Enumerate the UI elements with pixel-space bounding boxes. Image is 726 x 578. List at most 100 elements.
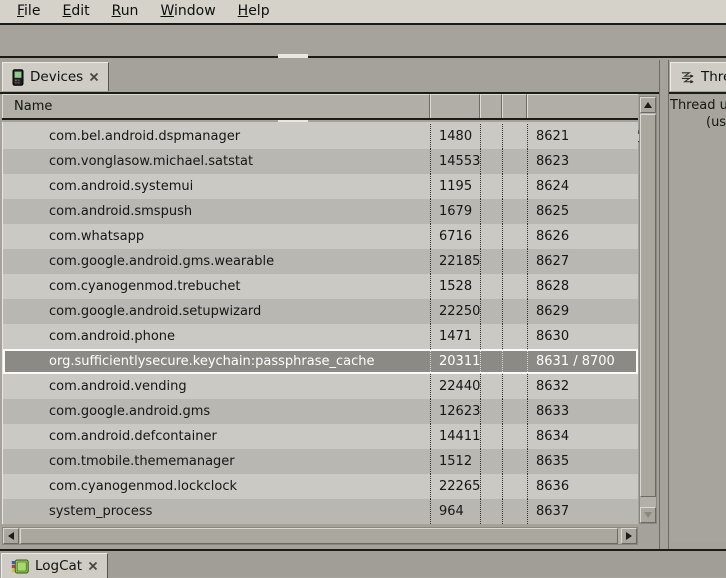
- table-row[interactable]: com.cyanogenmod.lockclock 22265 8636: [3, 474, 638, 499]
- menu-window[interactable]: Window: [149, 0, 226, 24]
- process-col3: [480, 324, 502, 349]
- process-col4: [502, 249, 527, 274]
- logcat-icon: [11, 559, 29, 574]
- process-pid: 12623: [430, 399, 480, 424]
- process-col4: [502, 149, 527, 174]
- process-col3: [480, 199, 502, 224]
- process-port: 8621: [527, 124, 638, 149]
- process-col4: [502, 274, 527, 299]
- process-name: com.tmobile.thememanager: [3, 449, 430, 474]
- menu-run[interactable]: Run: [101, 0, 150, 24]
- process-port: 8633: [527, 399, 638, 424]
- column-header-2[interactable]: [480, 94, 502, 118]
- process-port: 8634: [527, 424, 638, 449]
- process-name: com.android.smspush: [3, 199, 430, 224]
- process-name: com.bel.android.dspmanager: [3, 124, 430, 149]
- process-name: com.android.defcontainer: [3, 424, 430, 449]
- table-row[interactable]: com.android.phone 1471 8630: [3, 324, 638, 349]
- process-pid: 6716: [430, 224, 480, 249]
- process-port: 8624: [527, 174, 638, 199]
- process-pid: 1679: [430, 199, 480, 224]
- process-port: 8631 / 8700: [527, 349, 638, 374]
- threads-panel: Threads Thread updates not enabled for s…: [668, 60, 726, 549]
- tab-devices[interactable]: Devices: [2, 62, 109, 91]
- process-port: 8637: [527, 499, 638, 524]
- table-row[interactable]: com.whatsapp 6716 8626: [3, 224, 638, 249]
- scroll-up-button[interactable]: [640, 97, 656, 113]
- process-pid: 22250: [430, 299, 480, 324]
- column-header-3[interactable]: [502, 94, 527, 118]
- process-col4: [502, 449, 527, 474]
- table-row[interactable]: com.tmobile.thememanager 1512 8635: [3, 449, 638, 474]
- coolbar-strip: [0, 27, 726, 58]
- process-col3: [480, 449, 502, 474]
- process-col4: [502, 374, 527, 399]
- process-name: org.sufficientlysecure.keychain:passphra…: [3, 349, 430, 374]
- table-body: com.bel.android.dspmanager 1480 8621 com…: [2, 122, 638, 524]
- process-col3: [480, 474, 502, 499]
- process-name: com.cyanogenmod.trebuchet: [3, 274, 430, 299]
- tab-logcat[interactable]: LogCat: [1, 553, 108, 578]
- vertical-scrollbar-thumb[interactable]: [640, 114, 656, 497]
- arrow-left-icon: [8, 532, 14, 540]
- horizontal-scrollbar[interactable]: [2, 527, 638, 545]
- scroll-left-button[interactable]: [3, 528, 19, 544]
- process-col3: [480, 299, 502, 324]
- process-col4: [502, 299, 527, 324]
- table-row[interactable]: com.google.android.gms.wearable 22185 86…: [3, 249, 638, 274]
- close-icon[interactable]: [89, 72, 99, 82]
- process-col3: [480, 349, 502, 374]
- process-col4: [502, 349, 527, 374]
- table-row[interactable]: com.android.vending 22440 8632: [3, 374, 638, 399]
- menu-bar: File Edit Run Window Help: [0, 0, 726, 25]
- process-name: system_process: [3, 499, 430, 524]
- table-row[interactable]: org.sufficientlysecure.keychain:passphra…: [3, 349, 638, 374]
- table-row[interactable]: system_process 964 8637: [3, 499, 638, 524]
- column-header-name[interactable]: Name: [2, 94, 430, 118]
- process-port: 8623: [527, 149, 638, 174]
- vertical-scrollbar[interactable]: [639, 96, 657, 524]
- process-pid: 22185: [430, 249, 480, 274]
- table-row[interactable]: com.google.android.setupwizard 22250 862…: [3, 299, 638, 324]
- scroll-right-button[interactable]: [621, 528, 637, 544]
- tab-devices-label: Devices: [30, 69, 83, 85]
- arrow-right-icon: [626, 532, 632, 540]
- process-col3: [480, 424, 502, 449]
- process-col3: [480, 274, 502, 299]
- column-header-pid[interactable]: [430, 94, 480, 118]
- menu-help[interactable]: Help: [227, 0, 281, 24]
- table-row[interactable]: com.android.systemui 1195 8624: [3, 174, 638, 199]
- process-name: com.google.android.setupwizard: [3, 299, 430, 324]
- tab-logcat-label: LogCat: [35, 558, 82, 574]
- hover-highlight-sliver: [278, 54, 308, 58]
- process-col3: [480, 249, 502, 274]
- process-col3: [480, 374, 502, 399]
- tab-threads-label: Threads: [701, 69, 726, 85]
- process-col4: [502, 124, 527, 149]
- close-icon[interactable]: [88, 561, 98, 571]
- column-header-port[interactable]: [527, 94, 638, 118]
- horizontal-scrollbar-thumb[interactable]: [20, 528, 618, 544]
- table-row[interactable]: com.bel.android.dspmanager 1480 8621: [3, 124, 638, 149]
- table-row[interactable]: com.android.defcontainer 14411 8634: [3, 424, 638, 449]
- bottom-tab-strip: LogCat: [0, 549, 726, 577]
- process-pid: 22265: [430, 474, 480, 499]
- panel-sash[interactable]: [661, 60, 668, 549]
- table-header: Name: [2, 94, 638, 120]
- scroll-down-button[interactable]: [640, 507, 656, 523]
- ddms-window: { "menu": { "items": [ {"label": "File"}…: [0, 0, 726, 577]
- process-port: 8630: [527, 324, 638, 349]
- table-row[interactable]: com.google.android.gms 12623 8633: [3, 399, 638, 424]
- table-row[interactable]: com.android.smspush 1679 8625: [3, 199, 638, 224]
- process-pid: 964: [430, 499, 480, 524]
- table-row[interactable]: com.vonglasow.michael.satstat 14553 8623: [3, 149, 638, 174]
- process-name: com.vonglasow.michael.satstat: [3, 149, 430, 174]
- menu-edit[interactable]: Edit: [51, 0, 100, 24]
- process-name: com.cyanogenmod.lockclock: [3, 474, 430, 499]
- process-col4: [502, 474, 527, 499]
- tab-threads[interactable]: Threads: [670, 62, 726, 91]
- menu-file[interactable]: File: [6, 0, 51, 24]
- threads-message: Thread updates not enabled for selected …: [670, 94, 726, 542]
- process-pid: 20311: [430, 349, 480, 374]
- table-row[interactable]: com.cyanogenmod.trebuchet 1528 8628: [3, 274, 638, 299]
